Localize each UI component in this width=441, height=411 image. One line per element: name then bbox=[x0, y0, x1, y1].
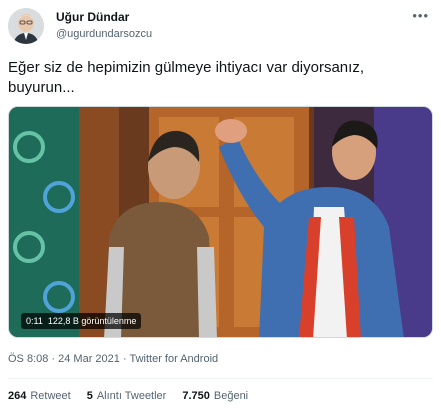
tweet-time[interactable]: ÖS 8:08 bbox=[8, 353, 48, 365]
video-views: 122,8 B görüntülenme bbox=[47, 316, 137, 326]
quote-tweets-stat[interactable]: 5 Alıntı Tweetler bbox=[87, 390, 167, 402]
tweet-text: Eğer siz de hepimizin gülmeye ihtiyacı v… bbox=[8, 59, 364, 96]
retweets-count: 264 bbox=[8, 390, 27, 402]
view-count-badge: 0:11 122,8 B görüntülenme bbox=[21, 313, 142, 329]
quotes-label: Alıntı Tweetler bbox=[96, 390, 167, 402]
retweets-stat[interactable]: 264 Retweet bbox=[8, 390, 71, 402]
video-duration: 0:11 bbox=[26, 316, 43, 326]
divider bbox=[8, 378, 433, 379]
avatar[interactable] bbox=[8, 8, 44, 44]
more-horizontal-icon[interactable]: ••• bbox=[412, 8, 429, 23]
likes-stat[interactable]: 7.750 Beğeni bbox=[182, 390, 248, 402]
likes-label: Beğeni bbox=[213, 390, 249, 402]
author-name[interactable]: Uğur Dündar bbox=[56, 10, 129, 24]
meta-separator: · bbox=[48, 353, 59, 365]
tweet-date[interactable]: 24 Mar 2021 bbox=[58, 353, 120, 365]
tweet-source[interactable]: Twitter for Android bbox=[129, 353, 218, 365]
video-thumbnail bbox=[9, 107, 432, 337]
tweet-stats: 264 Retweet 5 Alıntı Tweetler 7.750 Beğeni bbox=[8, 390, 248, 402]
quotes-count: 5 bbox=[86, 390, 93, 402]
tweet-meta: ÖS 8:08 · 24 Mar 2021 · Twitter for Andr… bbox=[8, 353, 218, 365]
retweets-label: Retweet bbox=[30, 390, 71, 402]
tweet-header: Uğur Dündar @ugurdundarsozcu ••• bbox=[8, 6, 433, 46]
likes-count: 7.750 bbox=[182, 390, 210, 402]
author-handle[interactable]: @ugurdundarsozcu bbox=[56, 28, 152, 40]
video-player[interactable]: 0:11 122,8 B görüntülenme bbox=[8, 106, 433, 338]
